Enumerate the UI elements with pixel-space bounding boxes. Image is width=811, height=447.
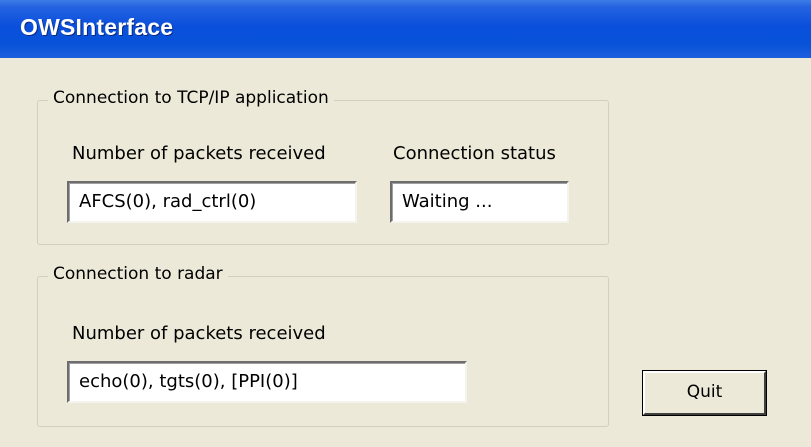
radar-packets-label: Number of packets received xyxy=(72,323,326,344)
radar-connection-group-legend: Connection to radar xyxy=(48,264,228,284)
tcp-connection-group: Connection to TCP/IP application Number … xyxy=(37,88,609,245)
window-client-area: Connection to TCP/IP application Number … xyxy=(7,58,811,447)
connection-status-field[interactable]: Waiting ... xyxy=(390,181,569,223)
tcp-connection-group-legend: Connection to TCP/IP application xyxy=(48,88,334,108)
quit-button[interactable]: Quit xyxy=(642,370,767,416)
radar-connection-group: Connection to radar Number of packets re… xyxy=(37,264,609,427)
window-title: OWSInterface xyxy=(20,14,174,40)
connection-status-label: Connection status xyxy=(393,143,556,164)
tcp-packets-field[interactable]: AFCS(0), rad_ctrl(0) xyxy=(67,181,357,223)
app-window: OWSInterface Connection to TCP/IP applic… xyxy=(0,0,811,447)
radar-packets-field[interactable]: echo(0), tgts(0), [PPI(0)] xyxy=(67,361,467,403)
title-bar[interactable]: OWSInterface xyxy=(0,0,811,58)
tcp-packets-label: Number of packets received xyxy=(72,143,326,164)
